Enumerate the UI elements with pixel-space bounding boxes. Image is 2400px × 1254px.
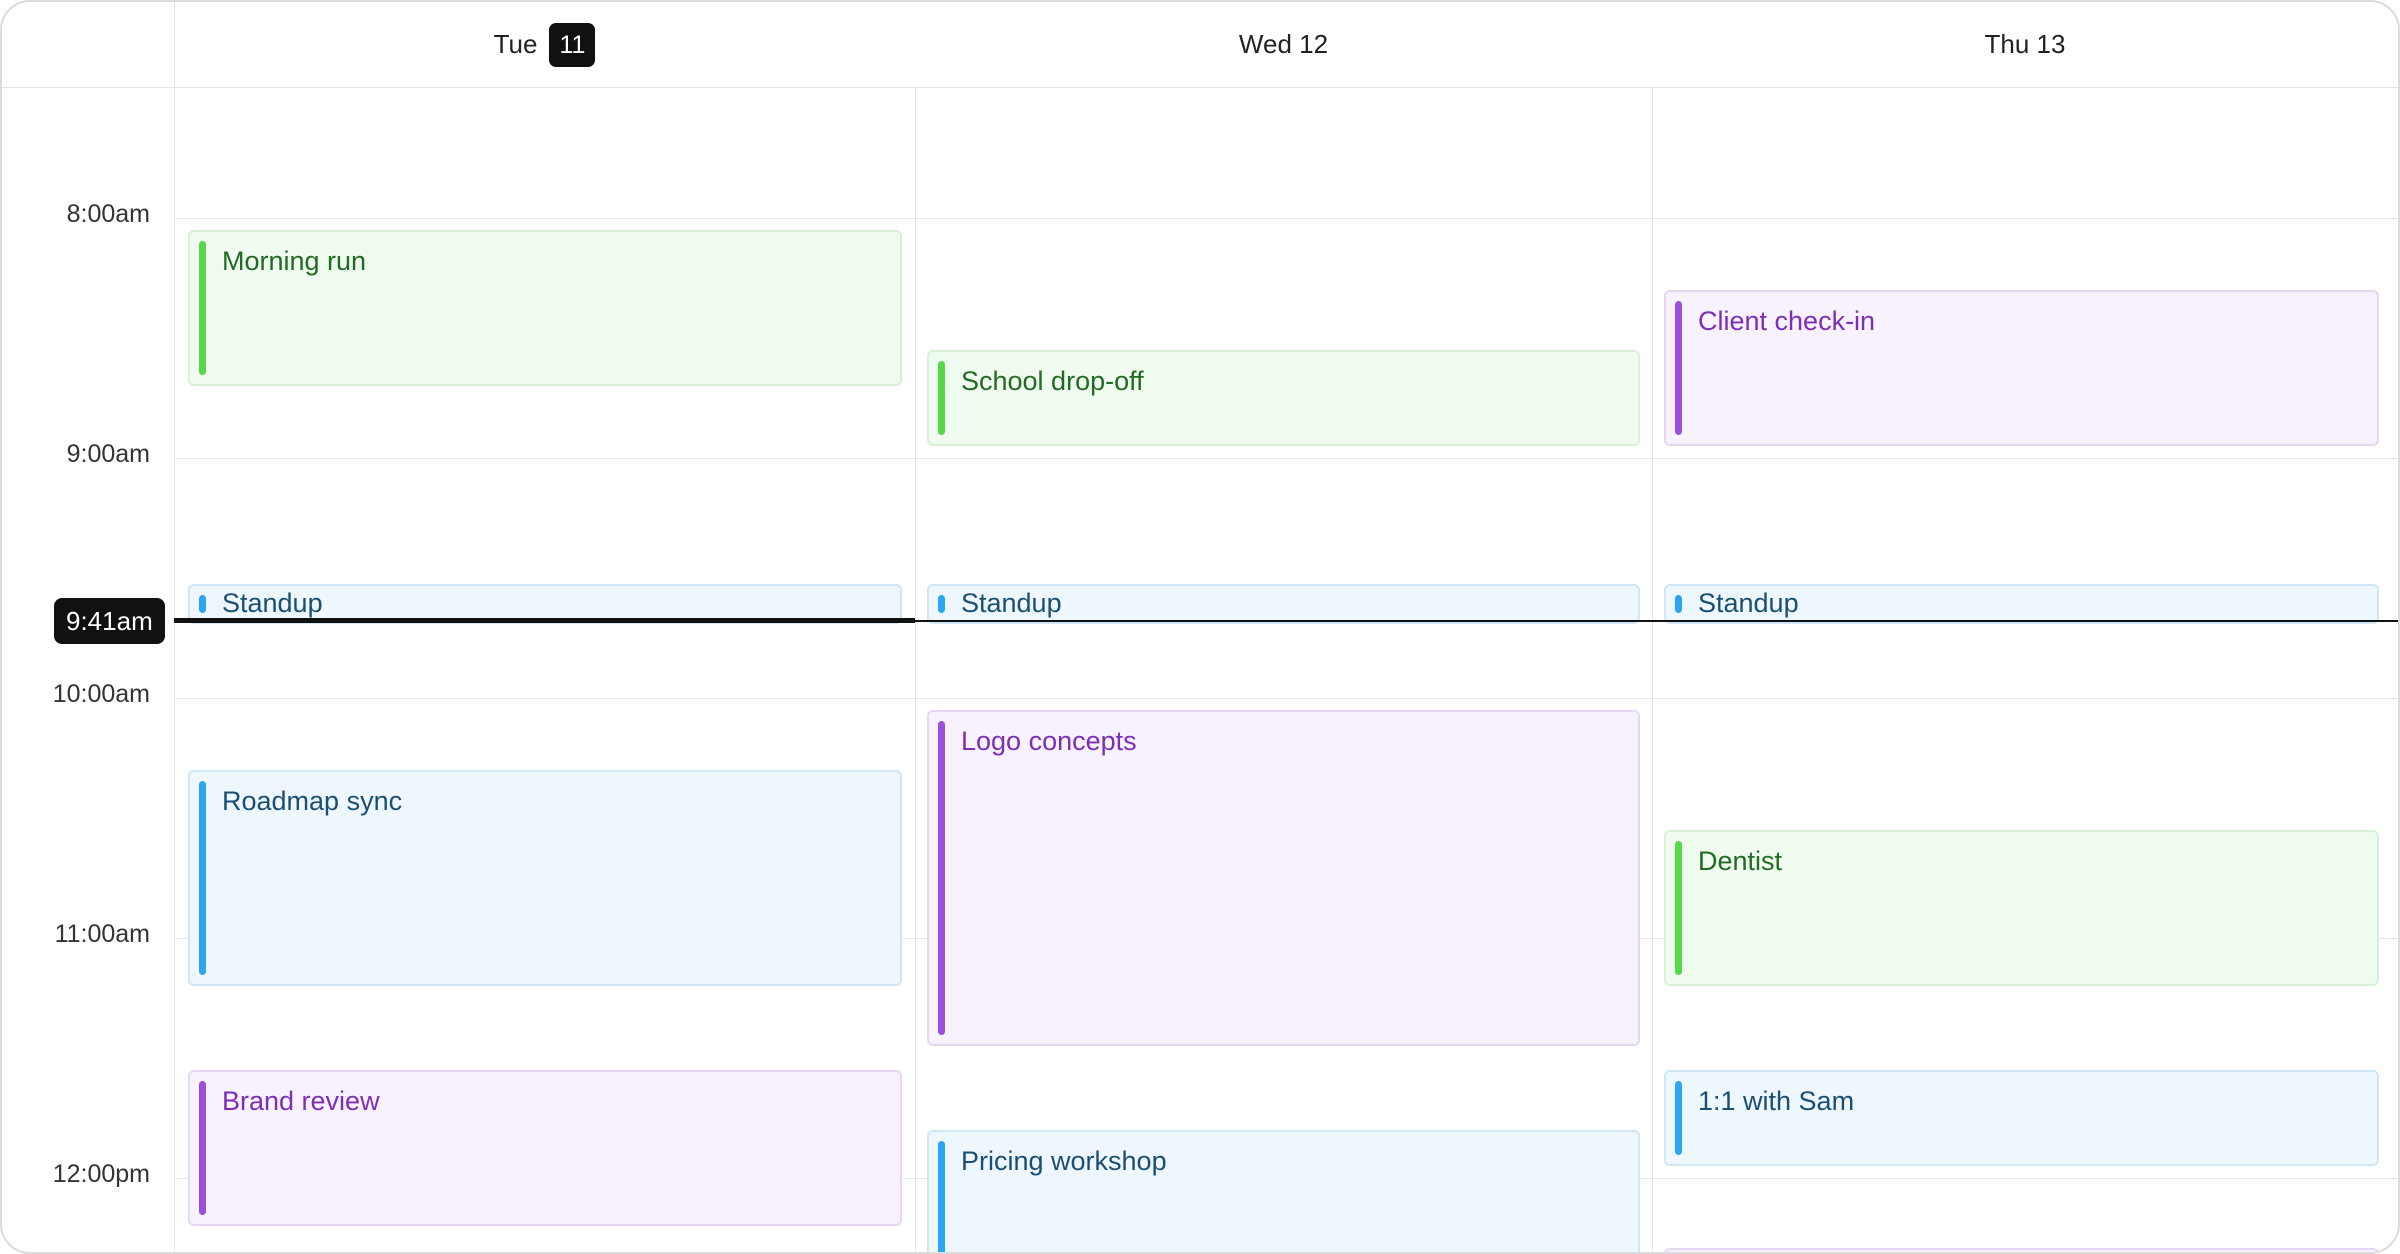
event-card[interactable]: Pricing workshop	[927, 1130, 1640, 1252]
event-card[interactable]: Dentist	[1664, 830, 2379, 986]
event-title: Standup	[1698, 588, 1799, 618]
event-title: Morning run	[222, 246, 367, 276]
day-header-label: Wed 12	[1238, 29, 1329, 59]
event-title: Pricing workshop	[961, 1146, 1167, 1176]
event-card[interactable]: 1:1 with Sam	[1664, 1070, 2379, 1166]
today-date-badge: 11	[549, 22, 596, 67]
event-title: Client check-in	[1698, 306, 1876, 336]
event-color-bar	[938, 595, 945, 613]
day-header-label: Thu 13	[1984, 29, 2066, 59]
header-gutter	[2, 2, 175, 87]
time-label: 11:00am	[54, 920, 150, 948]
time-label: 10:00am	[52, 680, 150, 708]
current-time-badge: 9:41am	[54, 598, 165, 644]
day-of-week-label: Tue	[493, 29, 538, 59]
day-header-thu[interactable]: Thu 13	[1652, 2, 2398, 87]
current-time-line-today	[174, 618, 915, 623]
event-title: Logo concepts	[961, 726, 1137, 756]
event-color-bar	[938, 1141, 945, 1252]
event-title: Standup	[222, 588, 323, 618]
event-color-bar	[1675, 841, 1682, 975]
event-color-bar	[199, 595, 206, 613]
event-color-bar	[199, 781, 206, 975]
time-grid: 8:00am 9:00am 10:00am 11:00am 12:00pm Mo…	[2, 88, 2398, 1252]
event-title: Standup	[961, 588, 1062, 618]
event-color-bar	[938, 361, 945, 435]
event-card[interactable]: School drop-off	[927, 350, 1640, 446]
day-header-tue[interactable]: Tue 11	[174, 2, 915, 87]
event-card[interactable]: Roadmap sync	[188, 770, 902, 986]
event-title: Dentist	[1698, 846, 1783, 876]
event-color-bar	[1675, 1081, 1682, 1155]
event-title: 1:1 with Sam	[1698, 1086, 1855, 1116]
event-color-bar	[199, 241, 206, 375]
event-title: Brand review	[222, 1086, 380, 1116]
event-color-bar	[199, 1081, 206, 1215]
time-label: 12:00pm	[52, 1160, 150, 1188]
event-color-bar	[1675, 595, 1682, 613]
hour-line	[174, 458, 2398, 459]
event-card[interactable]: Logo concepts	[927, 710, 1640, 1046]
gutter-divider	[174, 88, 175, 1252]
event-color-bar	[938, 721, 945, 1035]
time-label: 9:00am	[66, 440, 150, 468]
event-card[interactable]: Standup	[1664, 584, 2379, 624]
calendar-week-view: Tue 11 Wed 12 Thu 13 8:00am 9:00am 10:00…	[0, 0, 2400, 1254]
day-header-wed[interactable]: Wed 12	[915, 2, 1652, 87]
event-card[interactable]: Brand review	[188, 1070, 902, 1226]
event-card[interactable]: Standup	[927, 584, 1640, 624]
hour-line	[174, 218, 2398, 219]
hour-line	[174, 698, 2398, 699]
event-title: Roadmap sync	[222, 786, 403, 816]
event-card[interactable]	[1664, 1248, 2379, 1252]
event-card[interactable]: Morning run	[188, 230, 902, 386]
event-card[interactable]: Client check-in	[1664, 290, 2379, 446]
time-label: 8:00am	[66, 200, 150, 228]
column-divider	[915, 88, 916, 1252]
column-divider	[1652, 88, 1653, 1252]
event-color-bar	[1675, 301, 1682, 435]
event-title: School drop-off	[961, 366, 1144, 396]
calendar-header: Tue 11 Wed 12 Thu 13	[2, 2, 2398, 88]
